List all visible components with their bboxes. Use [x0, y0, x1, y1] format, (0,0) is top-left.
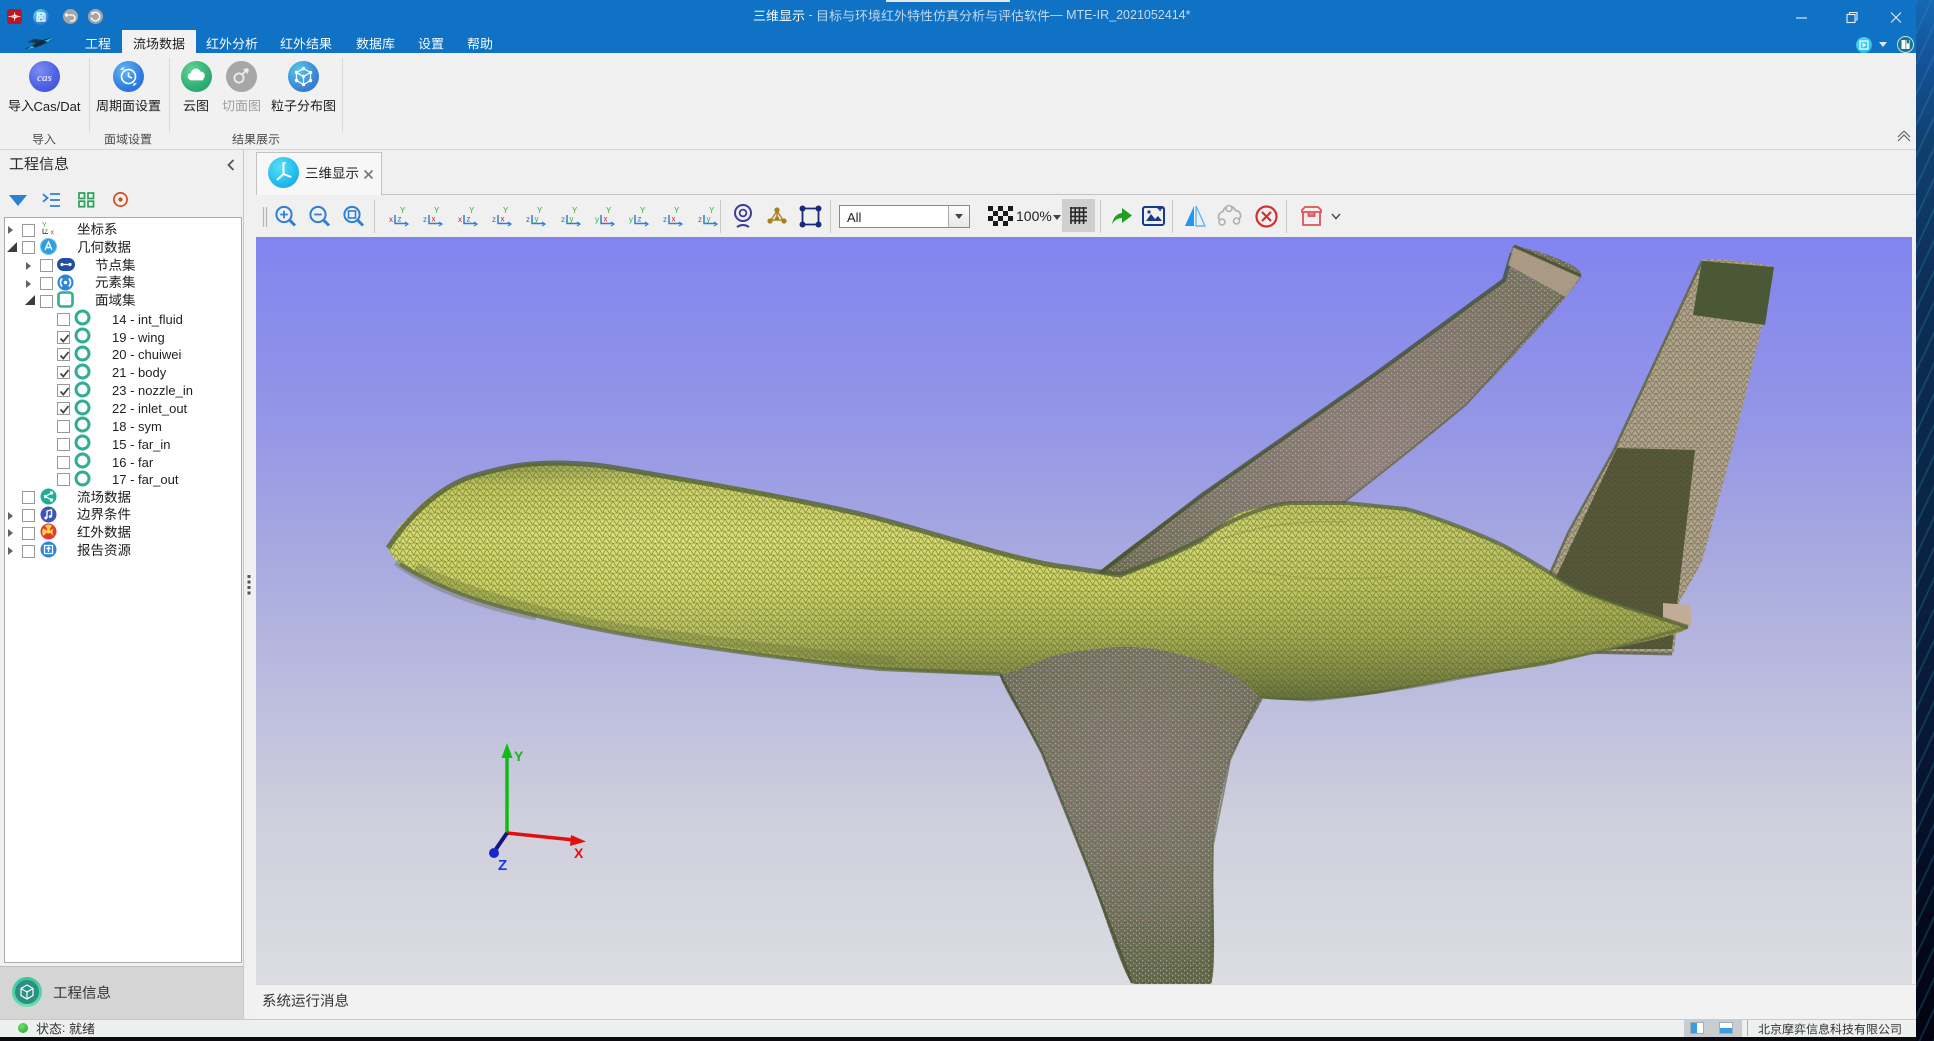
svg-text:y: y: [595, 215, 599, 224]
svg-text:x: x: [389, 215, 393, 224]
svg-text:y: y: [569, 215, 573, 224]
svg-text:z: z: [45, 229, 49, 236]
svg-text:z: z: [466, 215, 470, 224]
svg-text:z: z: [423, 215, 427, 224]
svg-text:z: z: [698, 215, 702, 224]
svg-text:z: z: [398, 215, 402, 224]
svg-text:y: y: [629, 215, 633, 224]
svg-text:x: x: [500, 215, 504, 224]
svg-text:z: z: [638, 215, 642, 224]
svg-text:X: X: [574, 845, 584, 861]
svg-text:cas: cas: [37, 72, 52, 84]
svg-text:x: x: [51, 230, 55, 237]
svg-text:y: y: [535, 215, 539, 224]
svg-text:x: x: [672, 215, 676, 224]
svg-text:z: z: [663, 215, 667, 224]
svg-text:z: z: [561, 215, 565, 224]
svg-text:Y: Y: [514, 748, 524, 764]
svg-text:x: x: [603, 215, 607, 224]
svg-text:Z: Z: [498, 857, 507, 874]
svg-text:z: z: [526, 215, 530, 224]
svg-text:x: x: [458, 215, 462, 224]
svg-text:x: x: [432, 215, 436, 224]
svg-text:z: z: [492, 215, 496, 224]
svg-text:y: y: [706, 215, 710, 224]
